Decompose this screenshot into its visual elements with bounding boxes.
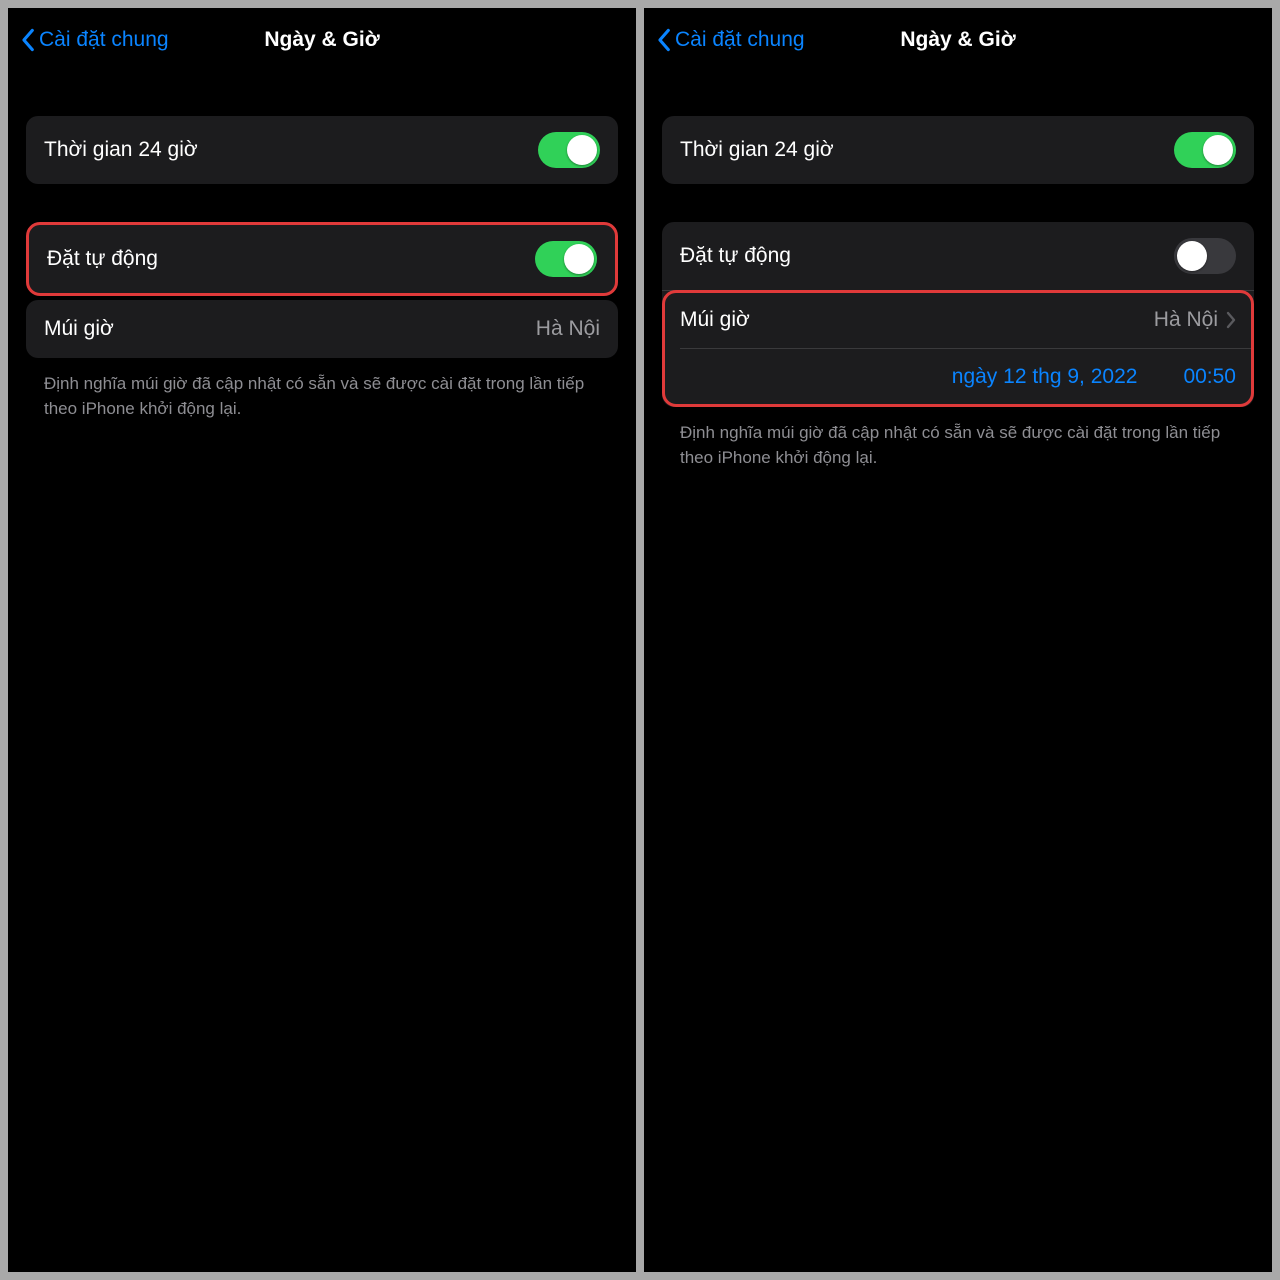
row-set-automatically[interactable]: Đặt tự động — [29, 225, 615, 293]
row-timezone[interactable]: Múi giờ Hà Nội — [662, 290, 1254, 348]
row-value: Hà Nội — [1154, 308, 1236, 332]
back-label: Cài đặt chung — [675, 28, 805, 52]
toggle-set-automatically[interactable] — [535, 241, 597, 277]
group-timezone: Múi giờ Hà Nội — [26, 300, 618, 358]
row-set-automatically[interactable]: Đặt tự động — [662, 222, 1254, 290]
page-title: Ngày & Giờ — [900, 28, 1015, 52]
chevron-right-icon — [1226, 311, 1236, 329]
row-label: Thời gian 24 giờ — [44, 138, 198, 162]
footer-note: Định nghĩa múi giờ đã cập nhật có sẵn và… — [26, 358, 618, 421]
date-picker[interactable]: ngày 12 thg 9, 2022 — [952, 365, 1138, 389]
chevron-left-icon — [20, 28, 35, 52]
content: Thời gian 24 giờ Đặt tự động Múi giờ Hà … — [644, 74, 1272, 470]
group-24h: Thời gian 24 giờ — [662, 116, 1254, 184]
row-24h-time[interactable]: Thời gian 24 giờ — [26, 116, 618, 184]
footer-note: Định nghĩa múi giờ đã cập nhật có sẵn và… — [662, 407, 1254, 470]
row-label: Múi giờ — [44, 317, 114, 341]
row-label: Đặt tự động — [680, 244, 791, 268]
highlighted-cluster: Múi giờ Hà Nội ngày 12 thg 9, 2022 00:50 — [662, 290, 1254, 407]
row-datetime[interactable]: ngày 12 thg 9, 2022 00:50 — [680, 348, 1254, 407]
chevron-left-icon — [656, 28, 671, 52]
row-label: Đặt tự động — [47, 247, 158, 271]
toggle-set-automatically[interactable] — [1174, 238, 1236, 274]
toggle-24h[interactable] — [1174, 132, 1236, 168]
group-24h: Thời gian 24 giờ — [26, 116, 618, 184]
back-label: Cài đặt chung — [39, 28, 169, 52]
phone-screen-left: Cài đặt chung Ngày & Giờ Thời gian 24 gi… — [8, 8, 636, 1272]
timezone-value: Hà Nội — [1154, 308, 1218, 332]
row-timezone: Múi giờ Hà Nội — [26, 300, 618, 358]
page-title: Ngày & Giờ — [264, 28, 379, 52]
row-label: Múi giờ — [680, 308, 750, 332]
phone-screen-right: Cài đặt chung Ngày & Giờ Thời gian 24 gi… — [644, 8, 1272, 1272]
content: Thời gian 24 giờ Đặt tự động Múi giờ Hà … — [8, 74, 636, 421]
group-auto-tz: Đặt tự động Múi giờ Hà Nội ngày 12 thg 9… — [662, 222, 1254, 407]
navbar: Cài đặt chung Ngày & Giờ — [644, 8, 1272, 74]
time-picker[interactable]: 00:50 — [1183, 365, 1236, 389]
group-auto-highlighted: Đặt tự động — [26, 222, 618, 296]
navbar: Cài đặt chung Ngày & Giờ — [8, 8, 636, 74]
row-label: Thời gian 24 giờ — [680, 138, 834, 162]
back-button[interactable]: Cài đặt chung — [656, 28, 805, 52]
toggle-24h[interactable] — [538, 132, 600, 168]
row-24h-time[interactable]: Thời gian 24 giờ — [662, 116, 1254, 184]
row-value: Hà Nội — [536, 317, 600, 341]
back-button[interactable]: Cài đặt chung — [20, 28, 169, 52]
